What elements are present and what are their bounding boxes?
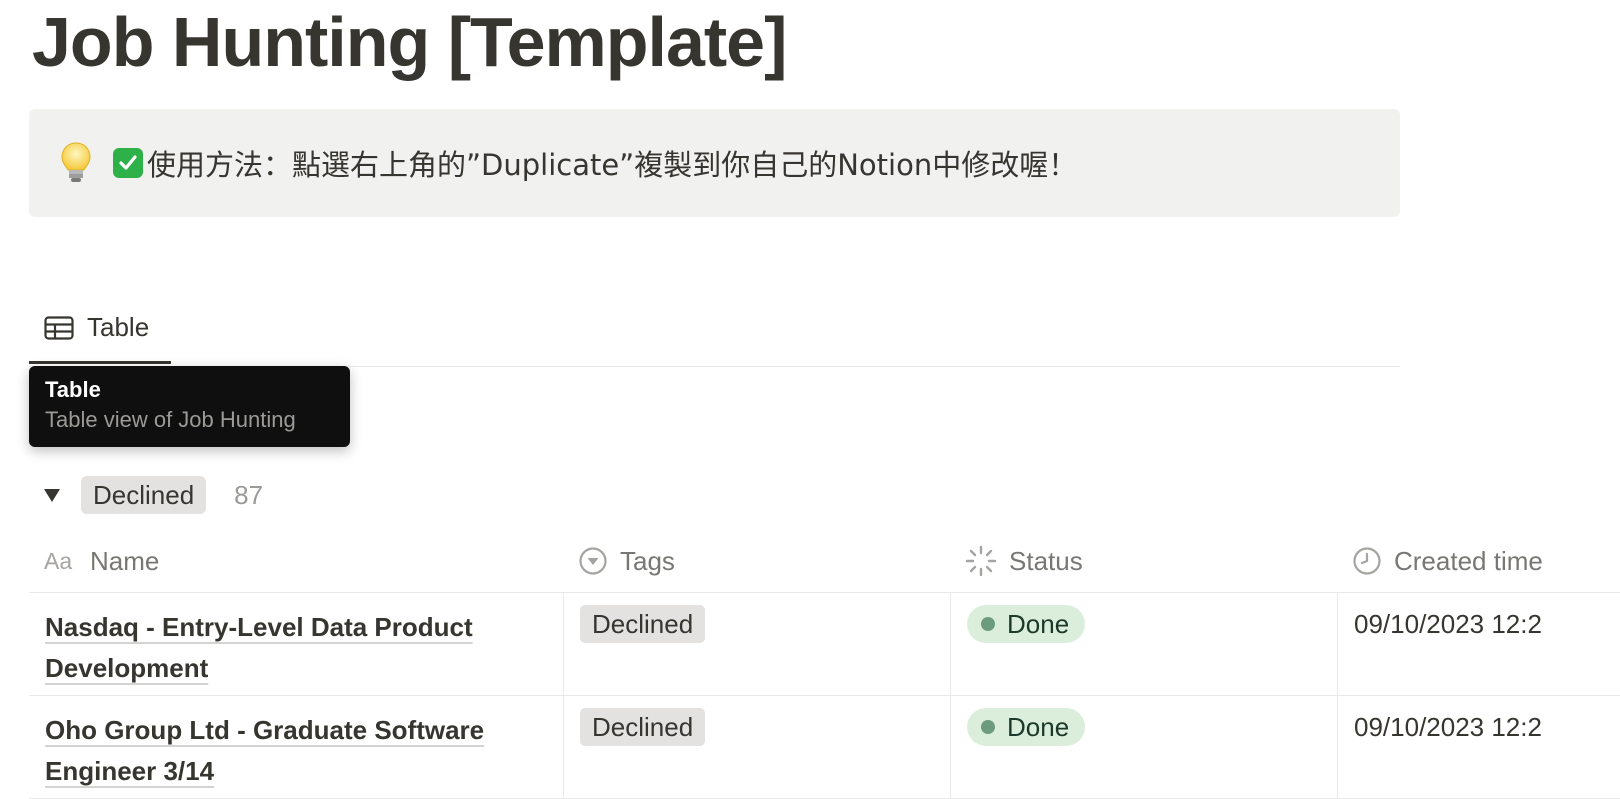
column-header-label: Created time — [1394, 545, 1543, 576]
column-header-status[interactable]: Status — [965, 530, 1083, 592]
status-label: Done — [1007, 711, 1070, 742]
lightbulb-icon — [59, 141, 93, 185]
group-label: Declined — [81, 476, 207, 514]
status-dot-icon — [981, 617, 995, 631]
status-label: Done — [1007, 608, 1070, 639]
created-time-value: 09/10/2023 12:2 — [1354, 712, 1542, 742]
tag-badge: Declined — [580, 605, 706, 643]
table-row[interactable]: Oho Group Ltd - Graduate Software Engine… — [29, 696, 1620, 799]
created-time-cell: 09/10/2023 12:2 — [1337, 696, 1620, 798]
name-cell: Oho Group Ltd - Graduate Software Engine… — [29, 696, 563, 798]
tab-label: Table — [87, 312, 150, 342]
column-header-label: Status — [1009, 545, 1083, 576]
column-header-label: Name — [90, 545, 160, 576]
check-mark-button-icon — [113, 148, 143, 178]
group-header: Declined 87 — [40, 475, 263, 515]
tab-table[interactable]: Table — [29, 294, 171, 364]
column-header-created-time[interactable]: Created time — [1352, 530, 1543, 592]
table-icon — [44, 315, 74, 340]
view-tabs: Table — [29, 294, 1400, 367]
row-title-link[interactable]: Engineer 3/14 — [45, 756, 214, 786]
tags-cell[interactable]: Declined — [563, 593, 950, 695]
row-title-link[interactable]: Nasdaq - Entry-Level Data Product — [45, 612, 473, 642]
created-time-value: 09/10/2023 12:2 — [1354, 609, 1542, 639]
status-badge: Done — [967, 708, 1086, 746]
row-title-link[interactable]: Development — [45, 653, 208, 683]
tooltip-title: Table — [45, 377, 101, 402]
page-title: Job Hunting [Template] — [32, 3, 787, 81]
row-title-link[interactable]: Oho Group Ltd - Graduate Software — [45, 715, 484, 745]
tag-badge: Declined — [580, 708, 706, 746]
clock-icon — [1352, 546, 1382, 576]
group-count: 87 — [234, 479, 264, 510]
created-time-cell: 09/10/2023 12:2 — [1337, 593, 1620, 695]
select-icon — [578, 546, 608, 576]
triangle-down-icon[interactable] — [40, 483, 64, 507]
status-dot-icon — [981, 720, 995, 734]
name-cell: Nasdaq - Entry-Level Data Product Develo… — [29, 593, 563, 695]
status-icon — [965, 545, 997, 577]
table-row[interactable]: Nasdaq - Entry-Level Data Product Develo… — [29, 593, 1620, 696]
callout-block: 使用方法：點選右上角的”Duplicate”複製到你自己的Notion中修改喔！ — [29, 109, 1400, 217]
title-aa-icon: Aa — [44, 550, 78, 572]
status-cell[interactable]: Done — [950, 696, 1337, 798]
column-header-label: Tags — [620, 545, 675, 576]
database-table: Aa Name Tags Status Created time Nasdaq … — [29, 530, 1620, 799]
tags-cell[interactable]: Declined — [563, 696, 950, 798]
table-header: Aa Name Tags Status Created time — [29, 530, 1620, 593]
svg-text:Aa: Aa — [44, 550, 72, 572]
callout-text: 使用方法：點選右上角的”Duplicate”複製到你自己的Notion中修改喔！ — [147, 148, 1078, 182]
column-header-tags[interactable]: Tags — [578, 530, 675, 592]
column-header-name[interactable]: Aa Name — [44, 530, 159, 592]
status-cell[interactable]: Done — [950, 593, 1337, 695]
view-tooltip: Table Table view of Job Hunting — [29, 366, 350, 447]
status-badge: Done — [967, 605, 1086, 643]
tooltip-subtitle: Table view of Job Hunting — [45, 407, 296, 432]
